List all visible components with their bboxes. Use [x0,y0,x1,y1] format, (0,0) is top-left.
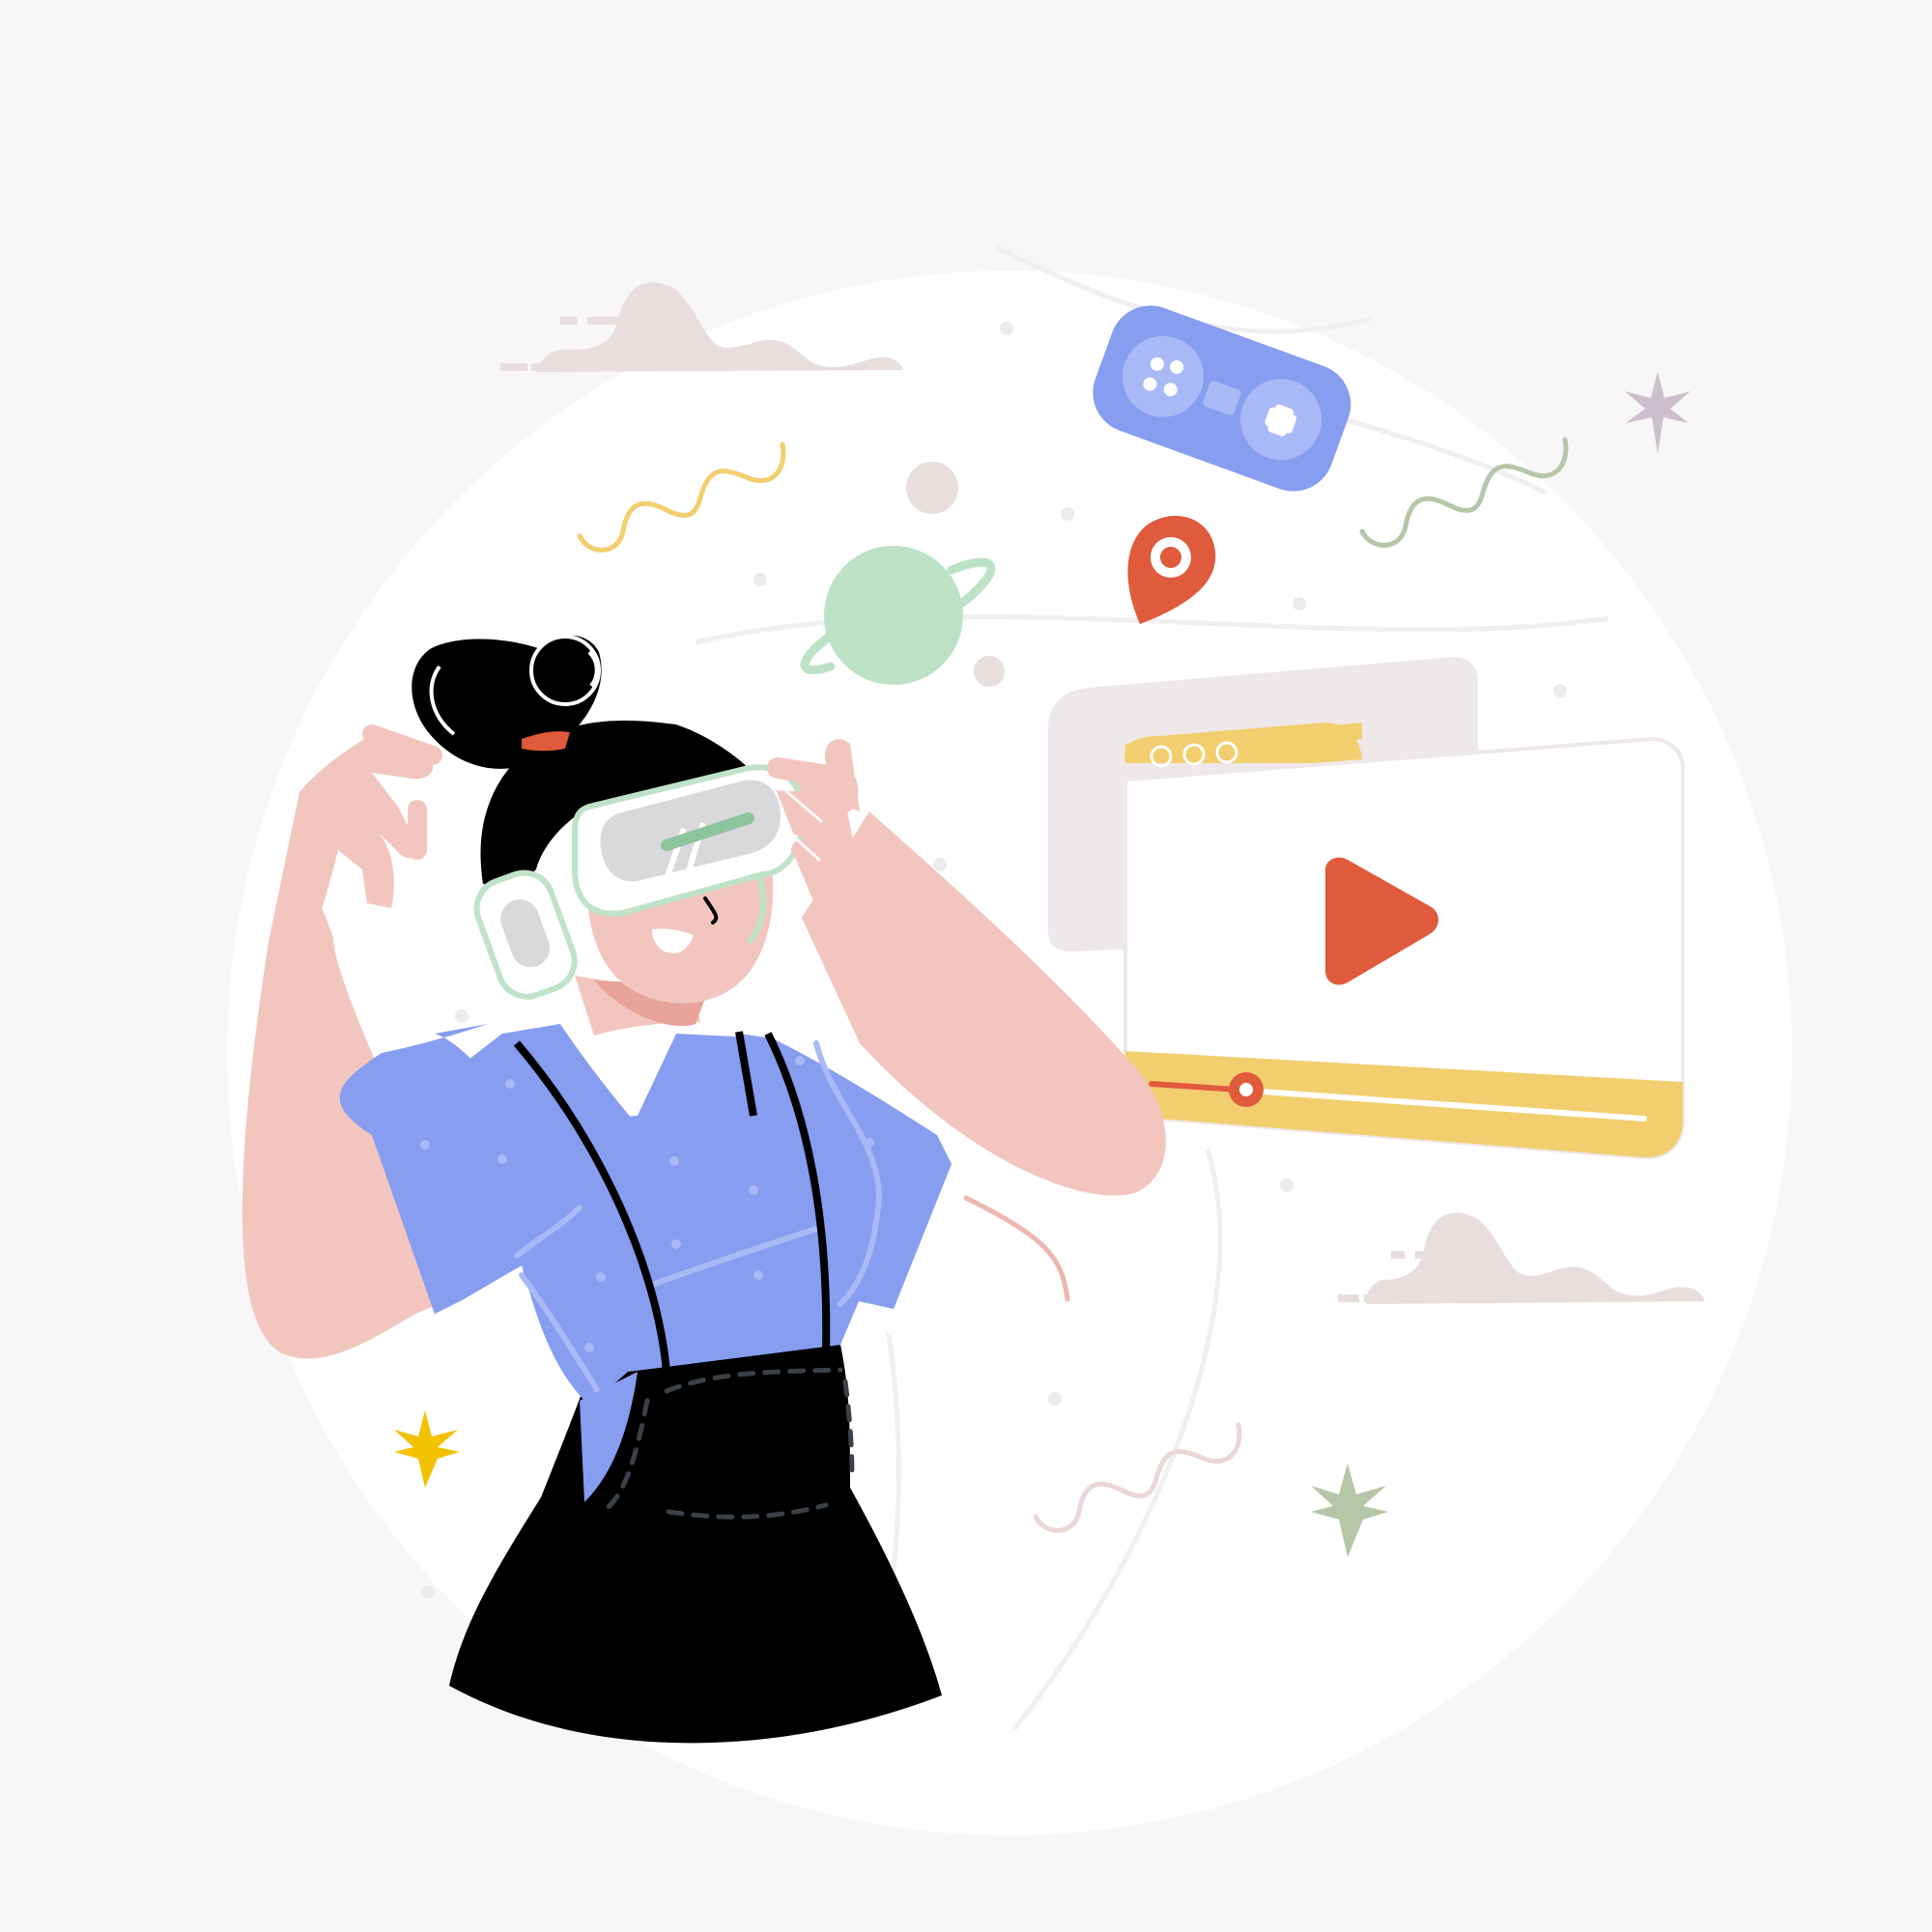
decor-dot [974,656,1005,687]
decor-dot [906,462,958,514]
vr-illustration [0,0,1932,1932]
